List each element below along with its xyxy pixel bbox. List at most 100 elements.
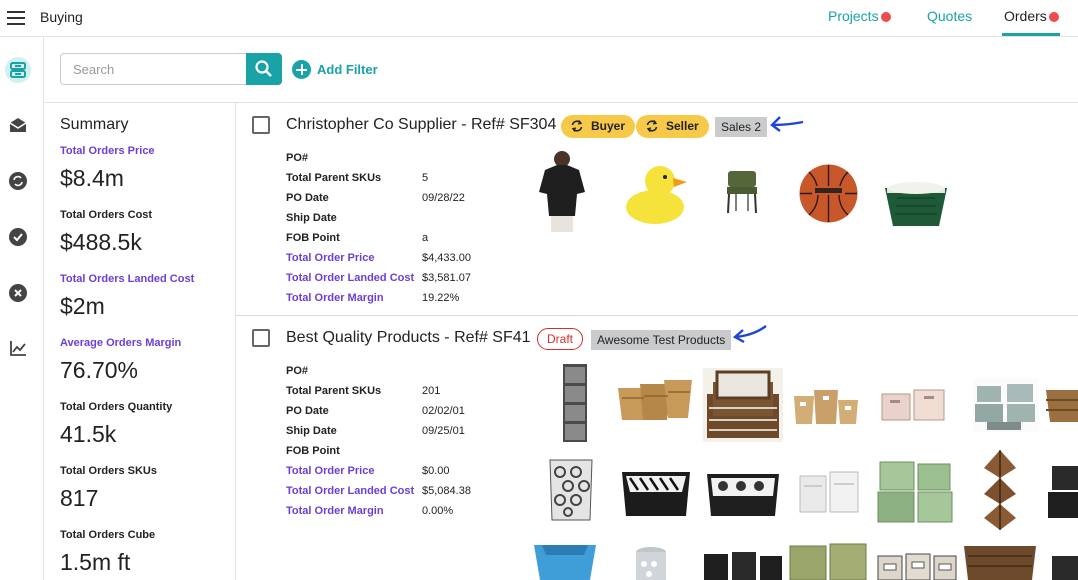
brown-basket-thumbnail[interactable] [1046,386,1078,424]
field-value: 09/25/01 [422,425,465,437]
seller-chip-label: Seller [666,119,699,133]
order-checkbox[interactable] [252,116,270,134]
pink-bin-set-thumbnail[interactable] [880,388,946,422]
field-label: FOB Point [286,232,340,244]
field-label: PO# [286,365,309,377]
search-icon [255,60,272,77]
field-value: 201 [422,385,441,397]
stat-label: Total Orders Price [60,145,155,157]
black-bins-thumbnail[interactable] [1048,464,1078,520]
field-label: Ship Date [286,425,337,437]
green-storage-boxes-thumbnail[interactable] [788,542,868,580]
field-label: Total Order Price [286,465,375,477]
black-bins-row-thumbnail[interactable] [702,548,784,580]
black-blouse-thumbnail[interactable] [539,150,585,232]
field-value: 19.22% [422,292,460,304]
woven-hanging-organizer-thumbnail[interactable] [978,448,1022,532]
add-circle-icon [292,60,311,79]
summary-panel: Summary Total Orders Price $8.4m Total O… [44,102,236,580]
mail-open-icon[interactable] [5,112,31,138]
field-label: Total Order Margin [286,292,384,304]
order-tag[interactable]: Awesome Test Products [591,330,732,350]
order-checkbox[interactable] [252,329,270,347]
sync-icon [646,120,658,132]
app-title: Buying [40,9,83,25]
seagrass-basket-thumbnail[interactable] [962,542,1038,580]
field-label: PO Date [286,405,329,417]
order-title[interactable]: Christopher Co Supplier - Ref# SF304 [286,116,556,134]
stat-label: Total Orders Cost [60,209,153,221]
active-tab-indicator [1002,33,1060,36]
stat-value: 817 [60,485,99,511]
labeled-bins-thumbnail[interactable] [876,550,958,580]
rope-basket-set-thumbnail[interactable] [792,384,860,428]
wicker-basket-set-thumbnail[interactable] [616,374,694,424]
field-label: Total Order Price [286,252,375,264]
buyer-chip-label: Buyer [591,119,626,133]
orders-tray-icon[interactable] [5,57,31,83]
field-label: Total Parent SKUs [286,385,382,397]
search-button[interactable] [246,53,282,85]
field-value: $5,084.38 [422,485,471,497]
search-input[interactable] [60,53,247,85]
arrow-left-icon [770,116,804,132]
basketball-thumbnail[interactable] [799,164,858,223]
field-label: Ship Date [286,212,337,224]
zebra-tray-thumbnail[interactable] [616,466,696,520]
green-chair-thumbnail[interactable] [725,167,759,213]
field-value: 0.00% [422,505,454,517]
field-value: 5 [422,172,429,184]
field-value: a [422,232,429,244]
tab-quotes[interactable]: Quotes [927,8,972,24]
drawer-tower-thumbnail[interactable] [562,364,588,444]
alert-dot-icon [880,12,891,22]
order-card[interactable]: Best Quality Products - Ref# SF41 Draft … [236,316,1078,580]
top-bar: Buying Projects Quotes Orders [0,0,1078,37]
field-label: Total Parent SKUs [286,172,382,184]
icon-rail [0,37,44,580]
tab-projects[interactable]: Projects [828,8,891,24]
menu-icon[interactable] [7,11,25,25]
stat-label: Total Orders SKUs [60,465,157,477]
chart-line-icon[interactable] [5,335,31,361]
cancel-circle-icon[interactable] [5,280,31,306]
sync-icon[interactable] [5,168,31,194]
blue-bin-thumbnail[interactable] [532,541,598,580]
white-cube-bins-thumbnail[interactable] [798,466,860,514]
stat-value: 41.5k [60,421,117,447]
add-filter-label: Add Filter [317,62,378,77]
gray-bin-stack-thumbnail[interactable] [973,378,1039,432]
patterned-hamper-thumbnail[interactable] [546,454,596,524]
stat-label: Average Orders Margin [60,337,182,349]
rubber-duck-thumbnail[interactable] [625,161,687,225]
order-tag[interactable]: Sales 2 [715,117,768,137]
stat-value: 1.5m ft [60,549,131,575]
order-card[interactable]: Christopher Co Supplier - Ref# SF304 Buy… [236,102,1078,316]
damask-basket-thumbnail[interactable] [703,466,783,520]
lined-basket-set-thumbnail[interactable] [703,368,783,442]
field-label: PO# [286,152,309,164]
gray-hamper-thumbnail[interactable] [634,546,668,580]
field-value: 02/02/01 [422,405,465,417]
tab-quotes-label: Quotes [927,8,973,24]
green-laundry-basket-thumbnail[interactable] [883,178,949,228]
stat-label: Total Orders Landed Cost [60,273,195,285]
field-label: Total Order Margin [286,505,384,517]
seller-chip[interactable]: Seller [636,115,709,138]
tab-projects-label: Projects [828,8,879,24]
green-box-set-thumbnail[interactable] [876,458,954,524]
summary-title: Summary [60,116,129,133]
field-label: PO Date [286,192,329,204]
stat-label: Total Orders Quantity [60,401,173,413]
field-label: Total Order Landed Cost [286,485,415,497]
check-circle-icon[interactable] [5,224,31,250]
field-value: $3,581.07 [422,272,471,284]
field-label: Total Order Landed Cost [286,272,415,284]
tab-orders[interactable]: Orders [1004,8,1059,24]
order-title[interactable]: Best Quality Products - Ref# SF41 [286,329,531,347]
black-bin-partial-thumbnail[interactable] [1048,554,1078,580]
buyer-chip[interactable]: Buyer [561,115,636,138]
stat-label: Total Orders Cube [60,529,156,541]
field-value: $0.00 [422,465,450,477]
tab-orders-label: Orders [1004,8,1047,24]
